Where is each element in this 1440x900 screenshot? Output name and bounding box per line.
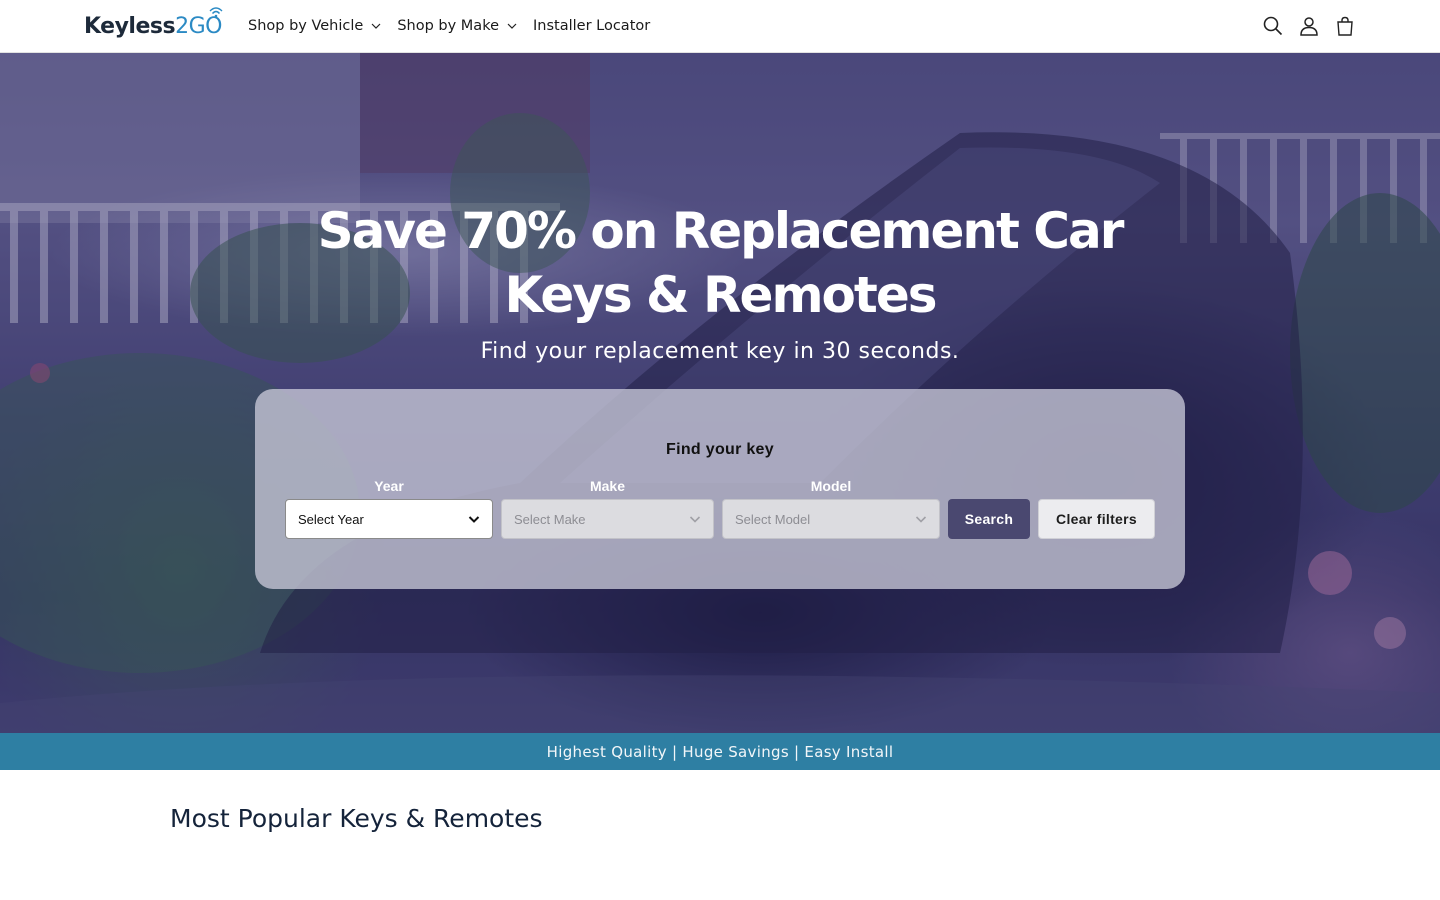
cart-icon[interactable] xyxy=(1334,14,1356,38)
nav-shop-by-vehicle[interactable]: Shop by Vehicle xyxy=(248,18,381,34)
chevron-down-icon xyxy=(507,23,517,29)
hero-title: Save 70% on Replacement Car Keys & Remot… xyxy=(317,202,1125,324)
key-finder-panel: Find your key Year Make Model Select Yea… xyxy=(255,389,1185,589)
model-select-value: Select Model xyxy=(735,511,811,527)
hero-banner: Save 70% on Replacement Car Keys & Remot… xyxy=(0,53,1440,733)
value-prop-text: Highest Quality | Huge Savings | Easy In… xyxy=(546,742,894,761)
search-icon[interactable] xyxy=(1262,14,1284,38)
nav-installer-locator-label: Installer Locator xyxy=(533,18,651,34)
nav-installer-locator[interactable]: Installer Locator xyxy=(533,18,650,34)
nav-shop-by-make[interactable]: Shop by Make xyxy=(397,18,517,34)
make-select[interactable]: Select Make xyxy=(501,499,714,539)
hero-subtitle: Find your replacement key in 30 seconds. xyxy=(480,339,960,364)
model-select[interactable]: Select Model xyxy=(722,499,940,539)
make-select-value: Select Make xyxy=(514,511,586,527)
site-logo[interactable]: Keyless 2GO xyxy=(84,7,222,40)
year-select[interactable]: Select Year xyxy=(285,499,493,539)
nav-shop-by-make-label: Shop by Make xyxy=(397,18,499,34)
make-label: Make xyxy=(589,478,626,494)
chevron-down-icon xyxy=(468,516,480,523)
chevron-down-icon xyxy=(371,23,381,29)
year-select-value: Select Year xyxy=(298,511,364,527)
search-button[interactable]: Search xyxy=(948,499,1030,539)
clear-filters-button[interactable]: Clear filters xyxy=(1038,499,1155,539)
chevron-down-icon xyxy=(689,516,701,523)
chevron-down-icon xyxy=(915,516,927,523)
popular-section-title: Most Popular Keys & Remotes xyxy=(170,804,543,833)
logo-text-primary: Keyless xyxy=(84,13,176,39)
account-icon[interactable] xyxy=(1298,14,1320,38)
value-prop-banner: Highest Quality | Huge Savings | Easy In… xyxy=(0,733,1440,770)
main-nav: Shop by Vehicle Shop by Make Installer L… xyxy=(248,0,666,52)
nav-shop-by-vehicle-label: Shop by Vehicle xyxy=(248,18,364,34)
model-label: Model xyxy=(810,478,852,494)
year-label: Year xyxy=(374,478,404,494)
signal-icon xyxy=(209,7,223,18)
site-header: Keyless 2GO Shop by Vehicle Shop by Make… xyxy=(0,0,1440,53)
header-actions xyxy=(1262,14,1356,38)
key-finder-title: Find your key xyxy=(666,441,774,458)
